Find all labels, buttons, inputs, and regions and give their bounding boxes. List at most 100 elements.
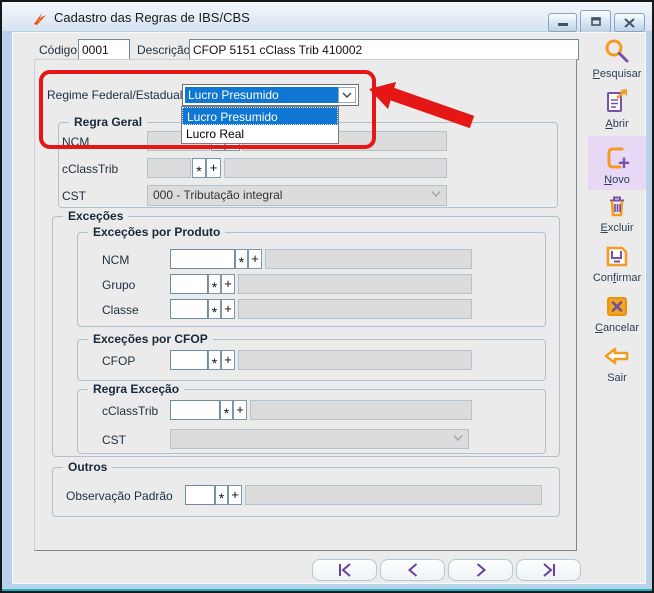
app-logo-icon bbox=[34, 13, 46, 25]
ep-classe-label: Classe bbox=[102, 303, 139, 317]
window-frame-accent bbox=[2, 589, 652, 591]
ep-ncm-description-field bbox=[265, 249, 472, 269]
ep-classe-add-button[interactable]: + bbox=[221, 299, 235, 319]
ec-cfop-add-button[interactable]: + bbox=[221, 350, 235, 370]
ep-ncm-add-button[interactable]: + bbox=[248, 249, 262, 269]
search-icon bbox=[605, 39, 629, 63]
re-cclasstrib-label: cClassTrib bbox=[102, 404, 159, 418]
observacao-description-field bbox=[245, 485, 542, 505]
confirmar-label: Confirmar bbox=[592, 272, 642, 284]
ep-ncm-label: NCM bbox=[102, 253, 130, 267]
ec-cfop-wildcard-button[interactable]: * bbox=[208, 350, 221, 371]
ep-grupo-label: Grupo bbox=[102, 278, 136, 292]
ep-grupo-input[interactable] bbox=[170, 274, 208, 294]
ep-classe-input[interactable] bbox=[170, 299, 208, 319]
rg-ncm-label: NCM bbox=[62, 135, 90, 149]
excluir-button[interactable]: Excluir bbox=[588, 192, 646, 234]
re-cclasstrib-input[interactable] bbox=[170, 400, 220, 420]
ep-grupo-description-field bbox=[238, 274, 472, 294]
abrir-label: Abrir bbox=[605, 118, 629, 130]
first-record-button[interactable] bbox=[312, 559, 377, 581]
minimize-icon bbox=[557, 22, 568, 26]
titlebar: Cadastro das Regras de IBS/CBS bbox=[2, 2, 652, 33]
save-icon bbox=[606, 246, 628, 267]
last-record-icon bbox=[542, 563, 555, 577]
ec-cfop-input[interactable] bbox=[170, 350, 208, 370]
confirmar-button[interactable]: Confirmar bbox=[588, 242, 646, 284]
previous-record-icon bbox=[407, 563, 417, 577]
excluir-label: Excluir bbox=[600, 222, 634, 234]
open-document-icon bbox=[607, 89, 627, 112]
rg-cclasstrib-description-field bbox=[224, 158, 447, 178]
pesquisar-button[interactable]: Pesquisar bbox=[588, 38, 646, 80]
restore-button[interactable] bbox=[580, 10, 611, 33]
ep-ncm-wildcard-button[interactable]: * bbox=[235, 249, 248, 270]
close-icon bbox=[624, 17, 635, 28]
close-button[interactable] bbox=[614, 13, 645, 32]
ep-grupo-add-button[interactable]: + bbox=[221, 274, 235, 294]
group-outros-title: Outros bbox=[63, 460, 113, 474]
regime-dropdown-list: Lucro Presumido Lucro Real bbox=[181, 106, 339, 144]
re-cst-label: CST bbox=[102, 433, 126, 447]
observacao-input[interactable] bbox=[185, 485, 215, 505]
abrir-button[interactable]: Abrir bbox=[588, 88, 646, 130]
descricao-label: Descrição bbox=[137, 43, 191, 57]
ec-cfop-label: CFOP bbox=[102, 354, 136, 368]
codigo-label: Código bbox=[39, 43, 78, 57]
rg-cst-value: 000 - Tributação integral bbox=[153, 188, 283, 202]
sair-button[interactable]: Sair bbox=[588, 342, 646, 384]
ep-grupo-wildcard-button[interactable]: * bbox=[208, 274, 221, 295]
app-window: Cadastro das Regras de IBS/CBS Código De… bbox=[0, 0, 654, 593]
rg-cclasstrib-label: cClassTrib bbox=[62, 162, 119, 176]
ep-ncm-input[interactable] bbox=[170, 249, 235, 269]
dropdown-option-lucro-presumido[interactable]: Lucro Presumido bbox=[182, 107, 338, 125]
group-excecoes-title: Exceções bbox=[63, 209, 129, 223]
ep-classe-wildcard-button[interactable]: * bbox=[208, 299, 221, 320]
exit-arrow-icon bbox=[604, 347, 629, 365]
group-regra-excecao-title: Regra Exceção bbox=[88, 382, 185, 396]
pesquisar-label: Pesquisar bbox=[592, 68, 642, 80]
last-record-button[interactable] bbox=[516, 559, 581, 581]
re-cclasstrib-description-field bbox=[250, 400, 472, 420]
regime-dropdown-button[interactable] bbox=[338, 87, 356, 103]
cancel-icon bbox=[607, 297, 627, 316]
first-record-icon bbox=[338, 563, 351, 577]
group-excecoes-por-cfop-title: Exceções por CFOP bbox=[88, 332, 213, 346]
codigo-input[interactable] bbox=[78, 39, 130, 60]
next-record-button[interactable] bbox=[448, 559, 513, 581]
rg-cclasstrib-field bbox=[147, 158, 191, 178]
chevron-down-icon bbox=[431, 191, 441, 198]
ep-classe-description-field bbox=[238, 299, 472, 319]
re-cclasstrib-wildcard-button[interactable]: * bbox=[220, 400, 233, 421]
observacao-wildcard-button[interactable]: * bbox=[215, 485, 228, 506]
restore-icon bbox=[590, 17, 601, 26]
rg-cclasstrib-add-button[interactable]: + bbox=[206, 158, 221, 178]
cancelar-label: Cancelar bbox=[594, 322, 640, 334]
window-title: Cadastro das Regras de IBS/CBS bbox=[54, 10, 250, 25]
rg-cclasstrib-wildcard-button[interactable]: * bbox=[192, 158, 206, 179]
cancelar-button[interactable]: Cancelar bbox=[588, 292, 646, 334]
dropdown-option-lucro-real[interactable]: Lucro Real bbox=[182, 125, 338, 143]
regime-label: Regime Federal/Estadual bbox=[47, 88, 183, 102]
sair-label: Sair bbox=[607, 372, 627, 384]
novo-button[interactable]: Novo bbox=[588, 136, 646, 190]
minimize-button[interactable] bbox=[548, 13, 577, 32]
regime-selected-value: Lucro Presumido bbox=[185, 87, 343, 103]
re-cst-combobox bbox=[170, 429, 469, 449]
new-document-icon bbox=[607, 147, 630, 169]
regime-combobox[interactable]: Lucro Presumido bbox=[182, 84, 359, 106]
previous-record-button[interactable] bbox=[380, 559, 445, 581]
chevron-down-icon bbox=[342, 92, 352, 98]
observacao-add-button[interactable]: + bbox=[228, 485, 242, 505]
group-excecoes-por-produto-title: Exceções por Produto bbox=[88, 225, 226, 239]
observacao-label: Observação Padrão bbox=[66, 489, 173, 503]
next-record-icon bbox=[476, 563, 486, 577]
descricao-input[interactable] bbox=[189, 39, 579, 60]
trash-icon bbox=[610, 196, 624, 217]
novo-label: Novo bbox=[604, 174, 630, 186]
rg-cst-combobox: 000 - Tributação integral bbox=[147, 185, 447, 206]
chevron-down-icon bbox=[453, 435, 463, 442]
re-cclasstrib-add-button[interactable]: + bbox=[233, 400, 247, 420]
group-regra-geral-title: Regra Geral bbox=[69, 115, 148, 129]
rg-cst-label: CST bbox=[62, 189, 86, 203]
